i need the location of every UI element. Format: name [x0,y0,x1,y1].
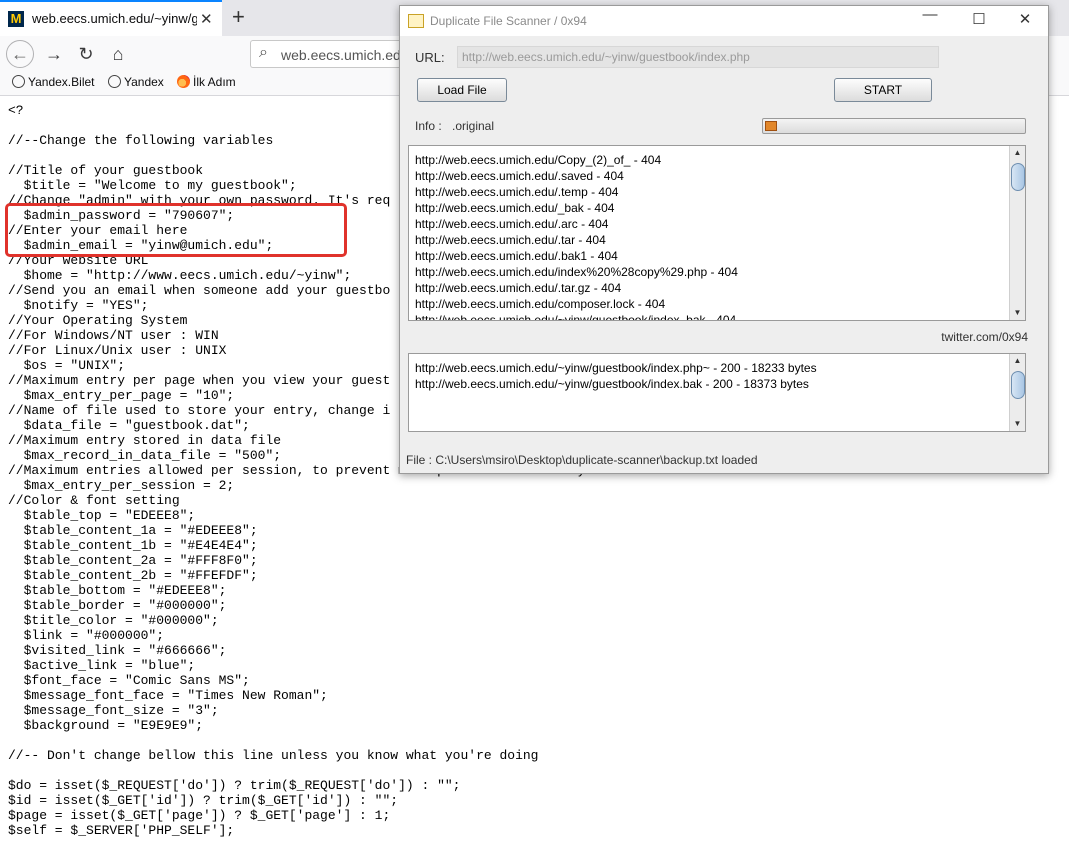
list-item[interactable]: http://web.eecs.umich.edu/~yinw/guestboo… [415,361,817,375]
list-item[interactable]: http://web.eecs.umich.edu/.tar.gz - 404 [415,281,621,295]
back-button[interactable]: ← [6,40,34,68]
firefox-icon [177,75,190,88]
found-results-scrollbar[interactable]: ▲ ▼ [1009,354,1025,431]
url-input[interactable]: http://web.eecs.umich.edu/~yinw/guestboo… [457,46,939,68]
load-file-button[interactable]: Load File [417,78,507,102]
maximize-button[interactable]: ☐ [964,10,994,28]
list-item[interactable]: http://web.eecs.umich.edu/.saved - 404 [415,169,624,183]
list-item[interactable]: http://web.eecs.umich.edu/~yinw/guestboo… [415,377,809,391]
list-item[interactable]: http://web.eecs.umich.edu/.temp - 404 [415,185,618,199]
address-bar-text: web.eecs.umich.edu [281,47,409,63]
progress-fill [765,121,777,131]
globe-icon [12,75,25,88]
scroll-down-arrow-icon[interactable]: ▼ [1010,306,1025,320]
list-item[interactable]: http://web.eecs.umich.edu/.bak1 - 404 [415,249,618,263]
list-item[interactable]: http://web.eecs.umich.edu/.tar - 404 [415,233,606,247]
duplicate-file-scanner-window: Duplicate File Scanner / 0x94 — ☐ ✕ URL:… [399,5,1049,474]
scan-progress-bar [762,118,1026,134]
address-bar[interactable]: ⌕ web.eecs.umich.edu [250,40,410,68]
list-item[interactable]: http://web.eecs.umich.edu/composer.lock … [415,297,665,311]
window-title: Duplicate File Scanner / 0x94 [430,14,587,28]
list-item[interactable]: http://web.eecs.umich.edu/.arc - 404 [415,217,608,231]
list-item[interactable]: http://web.eecs.umich.edu/index%20%28cop… [415,265,738,279]
reload-button[interactable]: ↻ [72,40,100,68]
bookmark-yandex[interactable]: Yandex [108,75,164,89]
url-label: URL: [415,50,445,65]
bookmark-yandex-bilet[interactable]: Yandex.Bilet [12,75,95,89]
info-value: .original [452,119,495,133]
status-text: File : C:\Users\msiro\Desktop\duplicate-… [406,453,758,467]
scroll-thumb[interactable] [1011,163,1025,191]
scan-results-list[interactable]: http://web.eecs.umich.edu/Copy_(2)_of_ -… [408,145,1026,321]
list-item[interactable]: http://web.eecs.umich.edu/~yinw/guestboo… [415,313,736,320]
search-icon: ⌕ [259,44,268,61]
scroll-up-arrow-icon[interactable]: ▲ [1010,146,1025,160]
bookmark-label: Yandex [124,75,164,89]
window-titlebar: Duplicate File Scanner / 0x94 — ☐ ✕ [400,6,1048,36]
umich-favicon-icon: M [8,11,24,27]
twitter-credit: twitter.com/0x94 [941,330,1028,344]
tab-close-icon[interactable]: ✕ [200,10,213,28]
app-icon [408,14,424,28]
home-button[interactable]: ⌂ [104,40,132,68]
scan-results-scrollbar[interactable]: ▲ ▼ [1009,146,1025,320]
tab-title: web.eecs.umich.edu/~yinw/gu [32,11,197,26]
scroll-down-arrow-icon[interactable]: ▼ [1010,417,1025,431]
scroll-up-arrow-icon[interactable]: ▲ [1010,354,1025,368]
new-tab-button[interactable]: + [232,4,245,30]
found-results-list[interactable]: http://web.eecs.umich.edu/~yinw/guestboo… [408,353,1026,432]
start-button[interactable]: START [834,78,932,102]
credentials-highlight-box [5,203,347,257]
list-item[interactable]: http://web.eecs.umich.edu/_bak - 404 [415,201,614,215]
browser-tab[interactable]: M web.eecs.umich.edu/~yinw/gu ✕ [0,0,222,36]
bookmark-label: İlk Adım [193,75,236,89]
close-button[interactable]: ✕ [1010,10,1040,28]
scroll-thumb[interactable] [1011,371,1025,399]
bookmark-label: Yandex.Bilet [28,75,95,89]
list-item[interactable]: http://web.eecs.umich.edu/Copy_(2)_of_ -… [415,153,661,167]
bookmark-ilk-adim[interactable]: İlk Adım [177,75,236,89]
info-label: Info : [415,119,442,133]
forward-button[interactable]: → [40,40,68,68]
globe-icon [108,75,121,88]
minimize-button[interactable]: — [915,6,945,23]
